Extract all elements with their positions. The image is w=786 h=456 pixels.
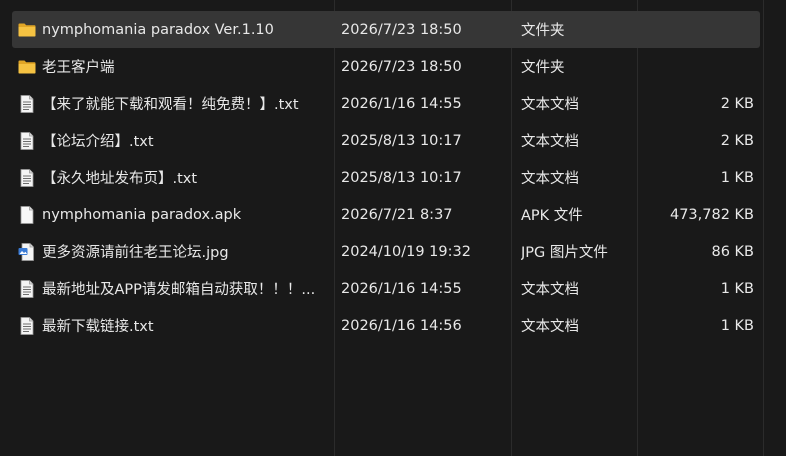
file-row[interactable]: 【永久地址发布页】.txt 2025/8/13 10:17 文本文档 1 KB — [12, 159, 760, 196]
file-name-cell: 最新下载链接.txt — [17, 307, 335, 344]
file-name: 老王客户端 — [42, 60, 115, 76]
file-name-cell: 更多资源请前往老王论坛.jpg — [17, 233, 335, 270]
file-date: 2026/7/21 8:37 — [341, 206, 453, 223]
file-type: 文本文档 — [521, 134, 579, 150]
image-file-icon — [17, 242, 37, 262]
file-row[interactable]: nymphomania paradox Ver.1.10 2026/7/23 1… — [12, 11, 760, 48]
blank-file-icon — [17, 205, 37, 225]
text-file-icon — [17, 168, 37, 188]
file-row[interactable]: 更多资源请前往老王论坛.jpg 2024/10/19 19:32 JPG 图片文… — [12, 233, 760, 270]
text-file-icon — [17, 279, 37, 299]
file-name: 【永久地址发布页】.txt — [42, 171, 198, 187]
file-date: 2026/1/16 14:55 — [341, 280, 462, 297]
file-type: APK 文件 — [521, 208, 583, 224]
file-date: 2025/8/13 10:17 — [341, 169, 462, 186]
text-file-icon — [17, 316, 37, 336]
file-name-cell: nymphomania paradox.apk — [17, 196, 335, 233]
file-size: 1 KB — [720, 280, 754, 297]
file-size: 1 KB — [720, 169, 754, 186]
file-name-cell: 最新地址及APP请发邮箱自动获取！！！... — [17, 270, 335, 307]
file-size — [642, 11, 754, 48]
file-type: 文件夹 — [521, 60, 565, 76]
file-date: 2026/1/16 14:55 — [341, 95, 462, 112]
file-type: 文本文档 — [521, 97, 579, 113]
file-size: 2 KB — [720, 95, 754, 112]
file-date: 2026/1/16 14:56 — [341, 317, 462, 334]
file-name-cell: 老王客户端 — [17, 48, 335, 85]
file-date: 2025/8/13 10:17 — [341, 132, 462, 149]
file-size: 473,782 KB — [669, 206, 754, 223]
file-type: 文本文档 — [521, 282, 579, 298]
file-row[interactable]: 最新下载链接.txt 2026/1/16 14:56 文本文档 1 KB — [12, 307, 760, 344]
file-row[interactable]: nymphomania paradox.apk 2026/7/21 8:37 A… — [12, 196, 760, 233]
file-size: 1 KB — [720, 317, 754, 334]
file-name: nymphomania paradox Ver.1.10 — [42, 21, 274, 38]
file-row[interactable]: 最新地址及APP请发邮箱自动获取！！！... 2026/1/16 14:55 文… — [12, 270, 760, 307]
file-type: JPG 图片文件 — [521, 245, 608, 261]
file-name-cell: 【来了就能下载和观看！纯免费！】.txt — [17, 85, 335, 122]
file-size — [642, 48, 754, 85]
file-name: 【来了就能下载和观看！纯免费！】.txt — [42, 97, 299, 113]
file-date: 2024/10/19 19:32 — [341, 243, 471, 260]
file-type: 文本文档 — [521, 319, 579, 335]
file-name: 【论坛介绍】.txt — [42, 134, 154, 150]
file-date: 2026/7/23 18:50 — [341, 21, 462, 38]
text-file-icon — [17, 131, 37, 151]
file-name: 最新下载链接.txt — [42, 319, 154, 335]
file-list-pane: nymphomania paradox Ver.1.10 2026/7/23 1… — [0, 0, 786, 456]
file-type: 文本文档 — [521, 171, 579, 187]
file-type: 文件夹 — [521, 23, 565, 39]
file-name: 最新地址及APP请发邮箱自动获取！！！... — [42, 282, 316, 298]
text-file-icon — [17, 94, 37, 114]
folder-icon — [17, 57, 37, 77]
file-name-cell: 【永久地址发布页】.txt — [17, 159, 335, 196]
file-row[interactable]: 【来了就能下载和观看！纯免费！】.txt 2026/1/16 14:55 文本文… — [12, 85, 760, 122]
file-name: nymphomania paradox.apk — [42, 206, 242, 223]
file-row[interactable]: 【论坛介绍】.txt 2025/8/13 10:17 文本文档 2 KB — [12, 122, 760, 159]
folder-icon — [17, 20, 37, 40]
file-name-cell: nymphomania paradox Ver.1.10 — [17, 11, 335, 48]
file-date: 2026/7/23 18:50 — [341, 58, 462, 75]
file-size: 2 KB — [720, 132, 754, 149]
file-name-cell: 【论坛介绍】.txt — [17, 122, 335, 159]
file-list: nymphomania paradox Ver.1.10 2026/7/23 1… — [12, 11, 760, 344]
column-separator — [763, 0, 764, 456]
file-row[interactable]: 老王客户端 2026/7/23 18:50 文件夹 — [12, 48, 760, 85]
file-name: 更多资源请前往老王论坛.jpg — [42, 245, 229, 261]
file-size: 86 KB — [711, 243, 754, 260]
